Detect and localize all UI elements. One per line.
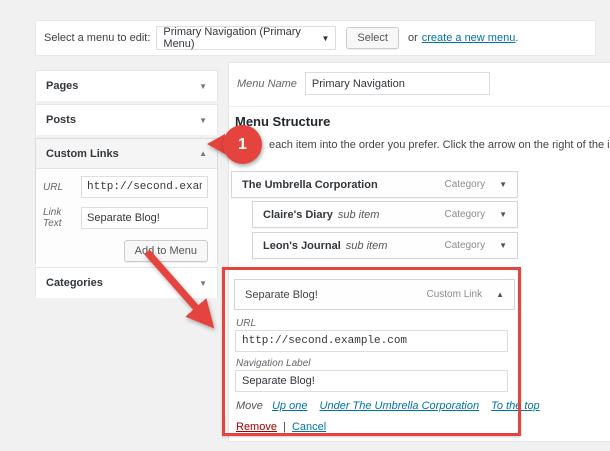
step-number-badge: 1 bbox=[223, 125, 262, 164]
chevron-down-icon[interactable]: ▼ bbox=[499, 241, 507, 250]
menu-item-title: Separate Blog! bbox=[245, 289, 318, 301]
menu-item-title: The Umbrella Corporation bbox=[242, 179, 378, 191]
menu-item-title: Claire's Diary bbox=[263, 209, 333, 221]
menu-dropdown-value: Primary Navigation (Primary Menu) bbox=[163, 26, 321, 50]
menu-item-type: Category bbox=[445, 209, 486, 220]
categories-panel-header[interactable]: Categories ▼ bbox=[36, 268, 217, 298]
cancel-link[interactable]: Cancel bbox=[292, 421, 326, 433]
remove-link[interactable]: Remove bbox=[236, 421, 277, 433]
divider bbox=[229, 106, 610, 107]
link-text-input[interactable] bbox=[81, 207, 208, 229]
posts-panel: Posts ▼ bbox=[35, 104, 218, 135]
menu-item-separate-blog-header[interactable]: Separate Blog! Custom Link ▲ bbox=[234, 279, 515, 310]
posts-panel-title: Posts bbox=[46, 114, 76, 126]
step-number: 1 bbox=[238, 136, 247, 154]
item-actions: Remove | Cancel bbox=[236, 421, 326, 433]
link-text-field-label: Link Text bbox=[43, 207, 81, 229]
pages-panel-header[interactable]: Pages ▼ bbox=[36, 71, 217, 101]
menu-name-input[interactable] bbox=[305, 72, 490, 95]
pages-panel-title: Pages bbox=[46, 80, 78, 92]
menu-item-type: Custom Link bbox=[427, 289, 483, 300]
custom-links-panel-header[interactable]: Custom Links ▲ bbox=[36, 139, 217, 169]
menu-item-claires-diary[interactable]: Claire's Diary sub item Category ▼ bbox=[252, 201, 518, 228]
chevron-down-icon[interactable]: ▼ bbox=[499, 210, 507, 219]
menu-item-title: Leon's Journal bbox=[263, 240, 341, 252]
menu-item-type: Category bbox=[445, 240, 486, 251]
navigation-label-label: Navigation Label bbox=[236, 358, 311, 369]
period-text: . bbox=[515, 32, 518, 44]
expanded-url-label: URL bbox=[236, 318, 256, 329]
posts-panel-header[interactable]: Posts ▼ bbox=[36, 105, 217, 135]
sub-item-label: sub item bbox=[338, 209, 380, 221]
url-field-label: URL bbox=[43, 182, 81, 193]
custom-links-panel: Custom Links ▲ URL Link Text Add to Menu bbox=[35, 138, 218, 264]
chevron-down-icon[interactable]: ▼ bbox=[199, 116, 207, 125]
navigation-label-input[interactable] bbox=[235, 370, 508, 392]
move-label: Move bbox=[236, 400, 263, 412]
select-menu-label: Select a menu to edit: bbox=[44, 32, 150, 44]
menu-editor-panel: Menu Name Menu Structure each item into … bbox=[228, 62, 610, 442]
expanded-url-input[interactable] bbox=[235, 330, 508, 352]
separator-text: | bbox=[283, 421, 286, 433]
menu-item-leons-journal[interactable]: Leon's Journal sub item Category ▼ bbox=[252, 232, 518, 259]
menu-dropdown[interactable]: Primary Navigation (Primary Menu) ▼ bbox=[156, 26, 336, 50]
move-to-top-link[interactable]: To the top bbox=[491, 400, 540, 412]
custom-links-body: URL Link Text Add to Menu bbox=[36, 169, 217, 270]
menu-name-label: Menu Name bbox=[237, 78, 297, 90]
url-input[interactable] bbox=[81, 176, 208, 198]
chevron-down-icon[interactable]: ▼ bbox=[499, 180, 507, 189]
move-controls: Move Up one Under The Umbrella Corporati… bbox=[236, 400, 549, 412]
pages-panel: Pages ▼ bbox=[35, 70, 218, 101]
chevron-down-icon[interactable]: ▼ bbox=[199, 279, 207, 288]
move-under-umbrella-link[interactable]: Under The Umbrella Corporation bbox=[320, 400, 480, 412]
menu-item-type: Category bbox=[445, 179, 486, 190]
categories-panel-title: Categories bbox=[46, 277, 103, 289]
sub-item-label: sub item bbox=[346, 240, 388, 252]
create-new-menu-link[interactable]: create a new menu bbox=[422, 32, 516, 44]
menu-item-umbrella-corporation[interactable]: The Umbrella Corporation Category ▼ bbox=[231, 171, 518, 198]
chevron-down-icon[interactable]: ▼ bbox=[199, 82, 207, 91]
add-to-menu-button[interactable]: Add to Menu bbox=[124, 240, 208, 262]
move-up-one-link[interactable]: Up one bbox=[272, 400, 307, 412]
dropdown-caret-icon: ▼ bbox=[321, 34, 329, 43]
or-text: or bbox=[408, 32, 418, 44]
custom-links-panel-title: Custom Links bbox=[46, 148, 119, 160]
chevron-up-icon[interactable]: ▲ bbox=[496, 290, 504, 299]
chevron-up-icon[interactable]: ▲ bbox=[199, 149, 207, 158]
menu-select-bar: Select a menu to edit: Primary Navigatio… bbox=[35, 20, 596, 56]
categories-panel: Categories ▼ bbox=[35, 267, 218, 297]
select-button[interactable]: Select bbox=[346, 27, 399, 49]
instructions-text: each item into the order you prefer. Cli… bbox=[269, 139, 609, 151]
